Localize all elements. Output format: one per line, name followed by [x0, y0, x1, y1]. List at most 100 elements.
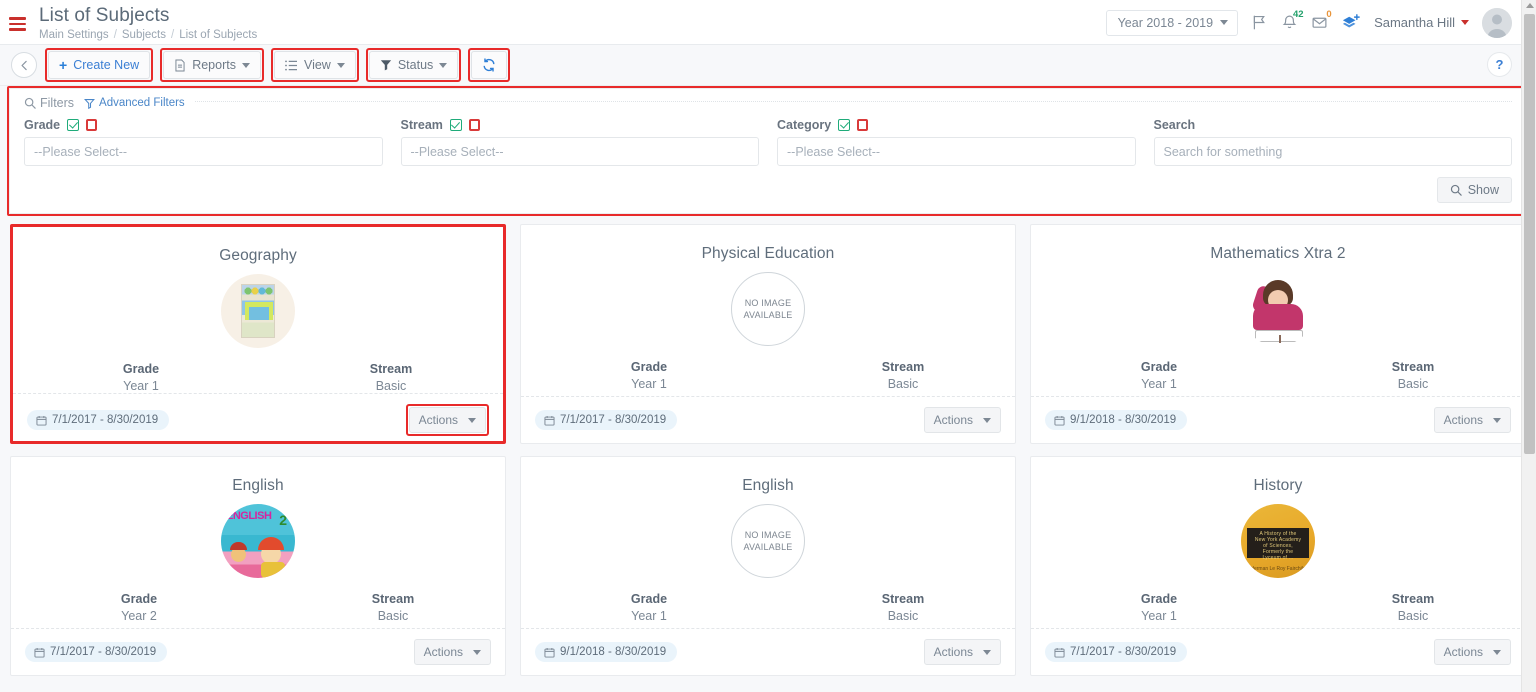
back-button[interactable]	[11, 52, 37, 78]
actions-button[interactable]: Actions	[1433, 407, 1511, 433]
view-button[interactable]: View	[273, 51, 356, 79]
page-scrollbar[interactable]	[1521, 0, 1536, 692]
year-selector-label: Year 2018 - 2019	[1117, 15, 1214, 30]
subject-card-wrapper: English ENGLISH 2 Grade Year 2 Stream Ba…	[10, 456, 506, 676]
stream-label: Stream	[881, 360, 925, 374]
chevron-down-icon	[1461, 20, 1469, 25]
calendar-icon	[1054, 415, 1065, 426]
breadcrumb-item-0[interactable]: Main Settings	[39, 29, 109, 41]
history-book-thumbnail: A History of the New York Academy of Scien…	[1241, 504, 1315, 578]
student-reading-thumbnail	[1241, 272, 1315, 346]
subject-meta: Grade Year 1 Stream Basic	[521, 592, 1015, 623]
actions-button[interactable]: Actions	[923, 639, 1001, 665]
year-selector[interactable]: Year 2018 - 2019	[1105, 9, 1239, 36]
select-all-icon[interactable]	[838, 119, 851, 131]
scroll-up-arrow-icon[interactable]	[1526, 3, 1534, 8]
grade-select[interactable]	[24, 137, 383, 166]
subject-card[interactable]: Geography Grade Year 1 Stream Basic 7/1/…	[13, 227, 503, 441]
report-file-icon	[175, 58, 185, 72]
stream-value: Basic	[1397, 609, 1429, 623]
clear-selection-icon[interactable]	[857, 119, 869, 131]
reports-button[interactable]: Reports	[163, 51, 261, 79]
stream-select[interactable]	[400, 137, 759, 166]
subject-image-area	[13, 274, 503, 348]
subject-meta: Grade Year 1 Stream Basic	[521, 360, 1015, 391]
actions-button[interactable]: Actions	[408, 407, 486, 433]
date-range-label: 7/1/2017 - 8/30/2019	[52, 414, 159, 426]
list-icon	[285, 59, 297, 71]
stream-col: Stream Basic	[1343, 360, 1483, 391]
user-menu[interactable]: Samantha Hill	[1374, 15, 1469, 30]
help-button[interactable]: ?	[1487, 52, 1512, 77]
select-all-icon[interactable]	[449, 119, 462, 131]
filter-grade-label: Grade	[24, 118, 61, 132]
grade-value: Year 1	[123, 379, 159, 393]
advanced-filters-link[interactable]: Advanced Filters	[84, 97, 185, 109]
subject-image-area: ENGLISH 2	[11, 504, 505, 578]
add-layers-icon[interactable]	[1341, 13, 1361, 32]
date-range-label: 7/1/2017 - 8/30/2019	[560, 414, 667, 426]
filter-section: Filters Advanced Filters Grade --Please …	[0, 86, 1536, 216]
actions-label: Actions	[1443, 645, 1483, 659]
highlight-status: Status	[365, 48, 462, 82]
subject-meta: Grade Year 1 Stream Basic	[1031, 360, 1525, 391]
subject-card-wrapper: English NO IMAGE AVAILABLE Grade Year 1 …	[520, 456, 1016, 676]
subject-card[interactable]: History A History of the New York Academy…	[1030, 456, 1526, 676]
refresh-button[interactable]	[471, 51, 508, 79]
filter-header: Filters Advanced Filters	[24, 96, 1512, 114]
subject-card-wrapper: History A History of the New York Academy…	[1030, 456, 1526, 676]
no-image-placeholder: NO IMAGE AVAILABLE	[731, 272, 805, 346]
date-range-label: 7/1/2017 - 8/30/2019	[1070, 646, 1177, 658]
create-new-label: Create New	[73, 58, 140, 72]
user-name-label: Samantha Hill	[1374, 15, 1455, 30]
stream-value: Basic	[377, 609, 409, 623]
filter-search-label: Search	[1153, 118, 1196, 132]
chevron-down-icon	[983, 649, 991, 655]
subject-title: English	[742, 477, 794, 494]
subject-card[interactable]: Physical Education NO IMAGE AVAILABLE Gr…	[520, 224, 1016, 444]
filter-category-label: Category	[777, 118, 832, 132]
actions-label: Actions	[933, 645, 973, 659]
clear-selection-icon[interactable]	[86, 119, 98, 131]
chevron-down-icon	[1493, 649, 1501, 655]
actions-label: Actions	[418, 413, 458, 427]
grade-col: Grade Year 1	[579, 592, 719, 623]
funnel-icon	[84, 98, 95, 109]
messages-envelope-icon[interactable]: 0	[1311, 9, 1332, 31]
date-range-badge: 9/1/2018 - 8/30/2019	[1045, 410, 1188, 430]
calendar-icon	[544, 415, 555, 426]
highlight-create-new: + Create New	[45, 48, 154, 82]
stream-label: Stream	[1391, 360, 1435, 374]
actions-button[interactable]: Actions	[1433, 639, 1511, 665]
actions-button[interactable]: Actions	[923, 407, 1001, 433]
show-button[interactable]: Show	[1436, 177, 1512, 203]
search-input[interactable]	[1153, 137, 1512, 166]
create-new-button[interactable]: + Create New	[48, 51, 151, 79]
grade-value: Year 1	[1141, 377, 1177, 391]
subject-meta: Grade Year 1 Stream Basic	[1031, 592, 1525, 623]
subject-card-footer: 7/1/2017 - 8/30/2019 Actions	[13, 393, 503, 446]
subject-card[interactable]: English ENGLISH 2 Grade Year 2 Stream Ba…	[10, 456, 506, 676]
date-range-badge: 7/1/2017 - 8/30/2019	[25, 642, 168, 662]
flag-icon[interactable]	[1251, 14, 1268, 31]
english-book-thumbnail: ENGLISH 2	[221, 504, 295, 578]
avatar[interactable]	[1482, 7, 1512, 38]
menu-toggle-icon[interactable]	[9, 17, 27, 31]
status-button[interactable]: Status	[368, 51, 459, 79]
stream-label: Stream	[881, 592, 925, 606]
breadcrumb-item-1[interactable]: Subjects	[122, 29, 166, 41]
no-image-line1: NO IMAGE	[744, 530, 792, 540]
notifications-badge: 42	[1292, 8, 1304, 20]
chevron-down-icon	[473, 649, 481, 655]
category-select[interactable]	[777, 137, 1136, 166]
filter-field-search: Search	[1153, 118, 1512, 166]
notifications-bell-icon[interactable]: 42	[1281, 9, 1304, 31]
subject-card[interactable]: English NO IMAGE AVAILABLE Grade Year 1 …	[520, 456, 1016, 676]
select-all-icon[interactable]	[67, 119, 80, 131]
subject-card[interactable]: Mathematics Xtra 2 Grade Year 1 Stream B…	[1030, 224, 1526, 444]
scrollbar-thumb[interactable]	[1524, 14, 1535, 454]
stream-col: Stream Basic	[833, 360, 973, 391]
clear-selection-icon[interactable]	[468, 119, 480, 131]
highlight-filter-panel: Filters Advanced Filters Grade --Please …	[7, 86, 1529, 216]
actions-button[interactable]: Actions	[413, 639, 491, 665]
